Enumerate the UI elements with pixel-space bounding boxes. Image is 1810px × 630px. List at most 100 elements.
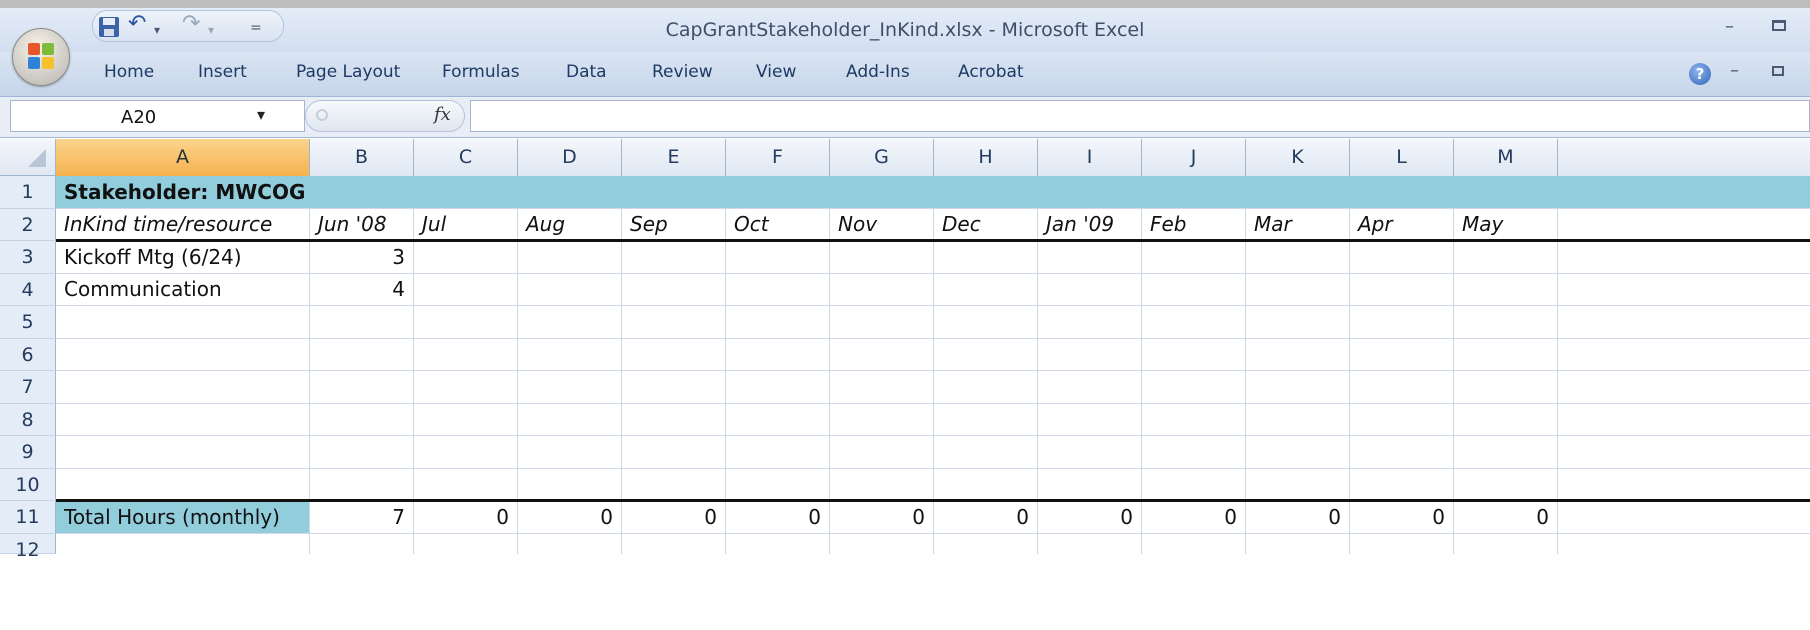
grid-cell[interactable] <box>622 338 726 371</box>
tab-formulas[interactable]: Formulas <box>442 62 520 82</box>
tab-insert[interactable]: Insert <box>198 62 247 82</box>
column-header-m[interactable]: M <box>1454 139 1558 176</box>
workbook-minimize-icon[interactable]: – <box>1730 60 1739 81</box>
grid-cell[interactable] <box>310 403 414 436</box>
grid-cell[interactable] <box>1350 241 1454 274</box>
grid-cell[interactable] <box>518 533 622 554</box>
grid-cell[interactable] <box>1246 468 1350 501</box>
name-box[interactable]: A20 ▾ <box>10 100 305 132</box>
column-label-cell[interactable]: Jan '09 <box>1038 208 1142 241</box>
grid-cell[interactable] <box>1142 403 1246 436</box>
grid-cell[interactable] <box>1558 469 1810 501</box>
grid-cell[interactable]: 3 <box>310 241 414 274</box>
grid-cell[interactable] <box>1454 273 1558 306</box>
grid-cell[interactable] <box>830 273 934 306</box>
column-header-g[interactable]: G <box>830 139 934 176</box>
column-label-cell[interactable]: Mar <box>1246 208 1350 241</box>
grid-cell[interactable] <box>1454 338 1558 371</box>
grid-cell[interactable] <box>622 468 726 501</box>
total-value-cell[interactable]: 0 <box>726 501 830 534</box>
grid-cell[interactable] <box>1558 209 1810 241</box>
grid-cell[interactable] <box>1454 371 1558 404</box>
grid-cell[interactable] <box>1350 533 1454 554</box>
column-header-l[interactable]: L <box>1350 139 1454 176</box>
grid-cell[interactable] <box>934 306 1038 339</box>
window-minimize-icon[interactable]: – <box>1725 16 1734 37</box>
grid-cell[interactable] <box>726 468 830 501</box>
column-header-k[interactable]: K <box>1246 139 1350 176</box>
total-value-cell[interactable]: 0 <box>1454 501 1558 534</box>
column-label-cell[interactable]: Apr <box>1350 208 1454 241</box>
grid-cell[interactable] <box>622 533 726 554</box>
grid-cell[interactable] <box>1142 338 1246 371</box>
column-label-cell[interactable]: InKind time/resource <box>56 208 310 241</box>
column-header-d[interactable]: D <box>518 139 622 176</box>
row-header-7[interactable]: 7 <box>0 371 56 404</box>
column-label-cell[interactable]: Feb <box>1142 208 1246 241</box>
grid-cell[interactable] <box>310 533 414 554</box>
column-header-h[interactable]: H <box>934 139 1038 176</box>
sheet-title-cell[interactable]: Stakeholder: MWCOG <box>56 176 1810 209</box>
total-value-cell[interactable]: 0 <box>1350 501 1454 534</box>
grid-cell[interactable] <box>1246 436 1350 469</box>
grid-cell[interactable] <box>1246 273 1350 306</box>
item-label-cell[interactable]: Kickoff Mtg (6/24) <box>56 241 310 274</box>
item-label-cell[interactable] <box>56 403 310 436</box>
tab-view[interactable]: View <box>756 62 796 82</box>
row-header-3[interactable]: 3 <box>0 241 56 274</box>
grid-cell[interactable] <box>1142 533 1246 554</box>
grid-cell[interactable] <box>934 371 1038 404</box>
column-label-cell[interactable]: Jun '08 <box>310 208 414 241</box>
grid-cell[interactable] <box>1038 436 1142 469</box>
grid-cell[interactable] <box>1038 241 1142 274</box>
grid-cell[interactable] <box>1558 241 1810 274</box>
name-box-dropdown-icon[interactable]: ▾ <box>257 105 265 124</box>
grid-cell[interactable] <box>414 306 518 339</box>
total-value-cell[interactable]: 0 <box>622 501 726 534</box>
grid-cell[interactable] <box>310 338 414 371</box>
row-header-1[interactable]: 1 <box>0 176 56 209</box>
grid-cell[interactable] <box>518 241 622 274</box>
row-header-8[interactable]: 8 <box>0 403 56 436</box>
column-header-i[interactable]: I <box>1038 139 1142 176</box>
grid-cell[interactable] <box>414 436 518 469</box>
grid-cell[interactable] <box>726 371 830 404</box>
grid-cell[interactable] <box>622 436 726 469</box>
grid-cell[interactable] <box>1350 468 1454 501</box>
grid-cell[interactable] <box>934 273 1038 306</box>
row-header-4[interactable]: 4 <box>0 273 56 306</box>
grid-cell[interactable] <box>1350 403 1454 436</box>
grid-cell[interactable] <box>1246 306 1350 339</box>
grid-cell[interactable] <box>310 371 414 404</box>
total-value-cell[interactable]: 0 <box>830 501 934 534</box>
grid-cell[interactable] <box>1038 273 1142 306</box>
grid-cell[interactable] <box>414 533 518 554</box>
column-label-cell[interactable]: Aug <box>518 208 622 241</box>
row-header-9[interactable]: 9 <box>0 436 56 469</box>
grid-cell[interactable] <box>830 403 934 436</box>
row-header-12[interactable]: 12 <box>0 533 56 561</box>
window-maximize-icon[interactable] <box>1772 20 1786 31</box>
grid-cell[interactable] <box>1350 338 1454 371</box>
grid-cell[interactable] <box>726 436 830 469</box>
grid-cell[interactable] <box>830 436 934 469</box>
column-header-c[interactable]: C <box>414 139 518 176</box>
row-header-6[interactable]: 6 <box>0 338 56 371</box>
tab-add-ins[interactable]: Add-Ins <box>846 62 910 82</box>
column-header-j[interactable]: J <box>1142 139 1246 176</box>
grid-cell[interactable] <box>1454 468 1558 501</box>
grid-cell[interactable] <box>1038 468 1142 501</box>
grid-cell[interactable] <box>518 436 622 469</box>
grid-cell[interactable] <box>414 241 518 274</box>
grid-cell[interactable] <box>1558 501 1810 534</box>
grid-cell[interactable] <box>1558 339 1810 371</box>
total-label-cell[interactable]: Total Hours (monthly) <box>56 501 310 534</box>
grid-cell[interactable] <box>1142 273 1246 306</box>
grid-cell[interactable] <box>1454 241 1558 274</box>
grid-cell[interactable] <box>934 533 1038 554</box>
grid-cell[interactable] <box>934 436 1038 469</box>
column-label-cell[interactable]: Oct <box>726 208 830 241</box>
grid-cell[interactable] <box>1558 436 1810 469</box>
grid-cell[interactable] <box>1246 241 1350 274</box>
grid-cell[interactable] <box>414 403 518 436</box>
